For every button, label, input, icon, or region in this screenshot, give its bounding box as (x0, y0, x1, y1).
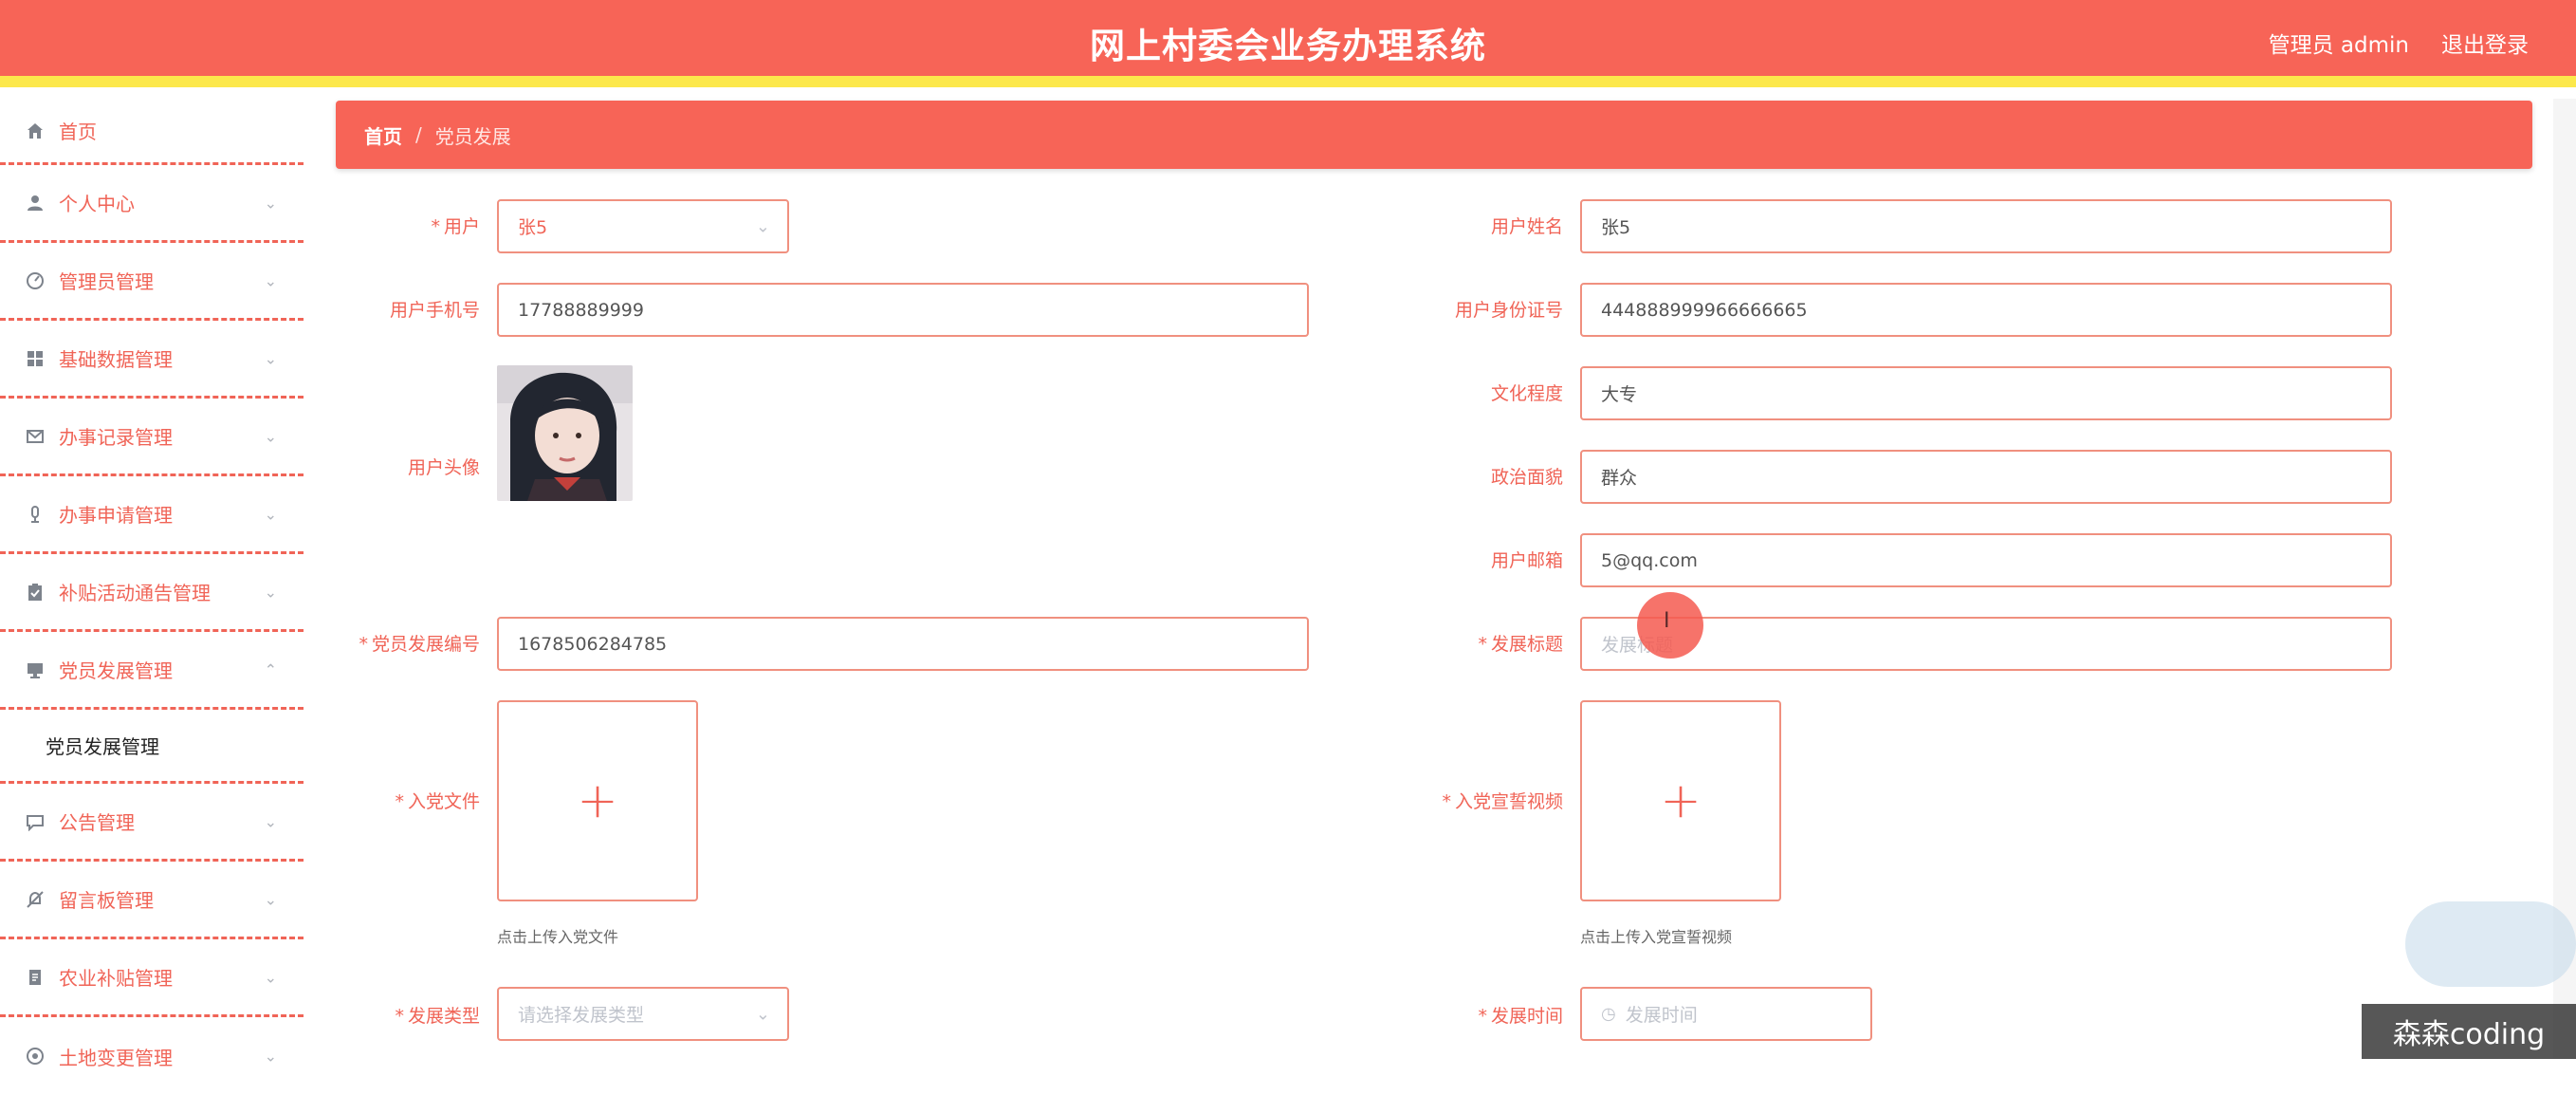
chevron-up-icon: ⌃ (265, 660, 277, 678)
sidebar-item-party-dev[interactable]: 党员发展管理 ⌃ (0, 632, 304, 710)
sidebar-item-label: 办事记录管理 (59, 422, 173, 450)
user-icon (25, 193, 46, 213)
plus-icon: + (577, 772, 618, 829)
clock-icon: ◷ (1601, 1004, 1616, 1024)
dev-type-select[interactable]: 请选择发展类型 ⌄ (497, 987, 789, 1041)
clipboard-icon (25, 582, 46, 603)
dev-title-label: *发展标题 (1385, 630, 1563, 656)
sidebar-item-profile[interactable]: 个人中心 ⌄ (0, 165, 304, 243)
sidebar-item-label: 个人中心 (59, 189, 135, 216)
dev-time-label: *发展时间 (1385, 1002, 1563, 1028)
chevron-down-icon: ⌄ (756, 216, 770, 236)
watermark: 森森coding (2362, 1004, 2576, 1059)
politics-label: 政治面貌 (1385, 463, 1563, 489)
grid-icon (25, 348, 46, 369)
sidebar: 首页 个人中心 ⌄ 管理员管理 ⌄ 基础数据管理 ⌄ 办事记录管理 ⌄ 办事申请… (0, 99, 304, 1059)
party-file-upload[interactable]: + (497, 700, 698, 901)
home-icon (25, 121, 46, 141)
sidebar-item-admin[interactable]: 管理员管理 ⌄ (0, 243, 304, 321)
dev-type-label: *发展类型 (341, 1002, 480, 1028)
oath-video-hint: 点击上传入党宣誓视频 (1580, 924, 1732, 947)
avatar (497, 365, 633, 501)
sidebar-item-basic-data[interactable]: 基础数据管理 ⌄ (0, 321, 304, 399)
sidebar-item-land-change[interactable]: 土地变更管理 ⌄ (0, 1017, 304, 1095)
phone-label: 用户手机号 (322, 296, 480, 322)
sidebar-item-applications[interactable]: 办事申请管理 ⌄ (0, 476, 304, 554)
sidebar-item-message-board[interactable]: 留言板管理 ⌄ (0, 862, 304, 939)
chevron-down-icon: ⌄ (265, 583, 277, 601)
chevron-down-icon: ⌄ (265, 349, 277, 367)
plus-icon: + (1660, 772, 1702, 829)
party-file-label: *入党文件 (322, 788, 480, 813)
chevron-down-icon: ⌄ (265, 812, 277, 830)
chat-icon (25, 811, 46, 832)
sidebar-item-agri-subsidy[interactable]: 农业补贴管理 ⌄ (0, 939, 304, 1017)
name-label: 用户姓名 (1385, 213, 1563, 238)
sidebar-item-label: 公告管理 (59, 807, 135, 835)
monitor-icon (25, 659, 46, 680)
sidebar-item-label: 党员发展管理 (59, 656, 173, 683)
sidebar-item-notice[interactable]: 公告管理 ⌄ (0, 784, 304, 862)
decorative-blob (2405, 901, 2576, 987)
sidebar-item-label: 农业补贴管理 (59, 963, 173, 991)
chevron-down-icon: ⌄ (265, 890, 277, 908)
document-icon (25, 967, 46, 988)
sidebar-item-home[interactable]: 首页 (0, 99, 304, 165)
oath-video-upload[interactable]: + (1580, 700, 1781, 901)
sidebar-subitem-party-dev[interactable]: 党员发展管理 (0, 710, 304, 784)
id-label: 用户身份证号 (1385, 296, 1563, 322)
top-header: 网上村委会业务办理系统 管理员 admin 退出登录 (0, 0, 2576, 87)
sidebar-item-label: 管理员管理 (59, 267, 154, 294)
chevron-down-icon: ⌄ (265, 427, 277, 445)
breadcrumb: 首页 / 党员发展 (336, 101, 2532, 169)
chevron-down-icon: ⌄ (265, 505, 277, 523)
party-file-hint: 点击上传入党文件 (497, 924, 618, 947)
sidebar-item-label: 办事申请管理 (59, 500, 173, 528)
politics-field[interactable]: 群众 (1580, 450, 2392, 504)
oath-video-label: *入党宣誓视频 (1385, 788, 1563, 813)
education-field[interactable]: 大专 (1580, 366, 2392, 420)
sidebar-item-subsidy-notice[interactable]: 补贴活动通告管理 ⌄ (0, 554, 304, 632)
sidebar-item-records[interactable]: 办事记录管理 ⌄ (0, 399, 304, 476)
bell-off-icon (25, 889, 46, 910)
breadcrumb-home[interactable]: 首页 (364, 121, 402, 149)
email-label: 用户邮箱 (1385, 547, 1563, 572)
dev-code-field[interactable]: 1678506284785 (497, 617, 1309, 671)
avatar-label: 用户头像 (322, 454, 480, 479)
user-select[interactable]: 张5 ⌄ (497, 199, 789, 253)
sidebar-item-label: 留言板管理 (59, 885, 154, 913)
compass-icon (25, 1046, 46, 1067)
text-cursor-icon: I (1664, 609, 1670, 633)
dev-time-picker[interactable]: ◷ 发展时间 (1580, 987, 1872, 1041)
phone-field[interactable]: 17788889999 (497, 283, 1309, 337)
user-label: *用户 (341, 213, 480, 238)
logout-link[interactable]: 退出登录 (2441, 27, 2529, 59)
sidebar-item-label: 补贴活动通告管理 (59, 578, 211, 605)
sidebar-item-label: 土地变更管理 (59, 1043, 173, 1070)
chevron-down-icon: ⌄ (756, 1004, 770, 1024)
name-field[interactable]: 张5 (1580, 199, 2392, 253)
breadcrumb-separator: / (415, 123, 422, 146)
app-title: 网上村委会业务办理系统 (0, 17, 2576, 68)
chevron-down-icon: ⌄ (265, 194, 277, 212)
sidebar-item-label: 首页 (59, 117, 97, 144)
email-field[interactable]: 5@qq.com (1580, 533, 2392, 587)
admin-user-label: 管理员 admin (2269, 27, 2409, 59)
dev-code-label: *党员发展编号 (322, 630, 480, 656)
chevron-down-icon: ⌄ (265, 271, 277, 289)
sidebar-item-label: 基础数据管理 (59, 344, 173, 372)
dashboard-icon (25, 270, 46, 291)
cursor-highlight (1637, 592, 1703, 659)
breadcrumb-current: 党员发展 (435, 121, 511, 149)
mail-icon (25, 426, 46, 447)
chevron-down-icon: ⌄ (265, 1048, 277, 1066)
chevron-down-icon: ⌄ (265, 968, 277, 986)
id-field[interactable]: 444888999966666665 (1580, 283, 2392, 337)
education-label: 文化程度 (1385, 380, 1563, 405)
mic-icon (25, 504, 46, 525)
